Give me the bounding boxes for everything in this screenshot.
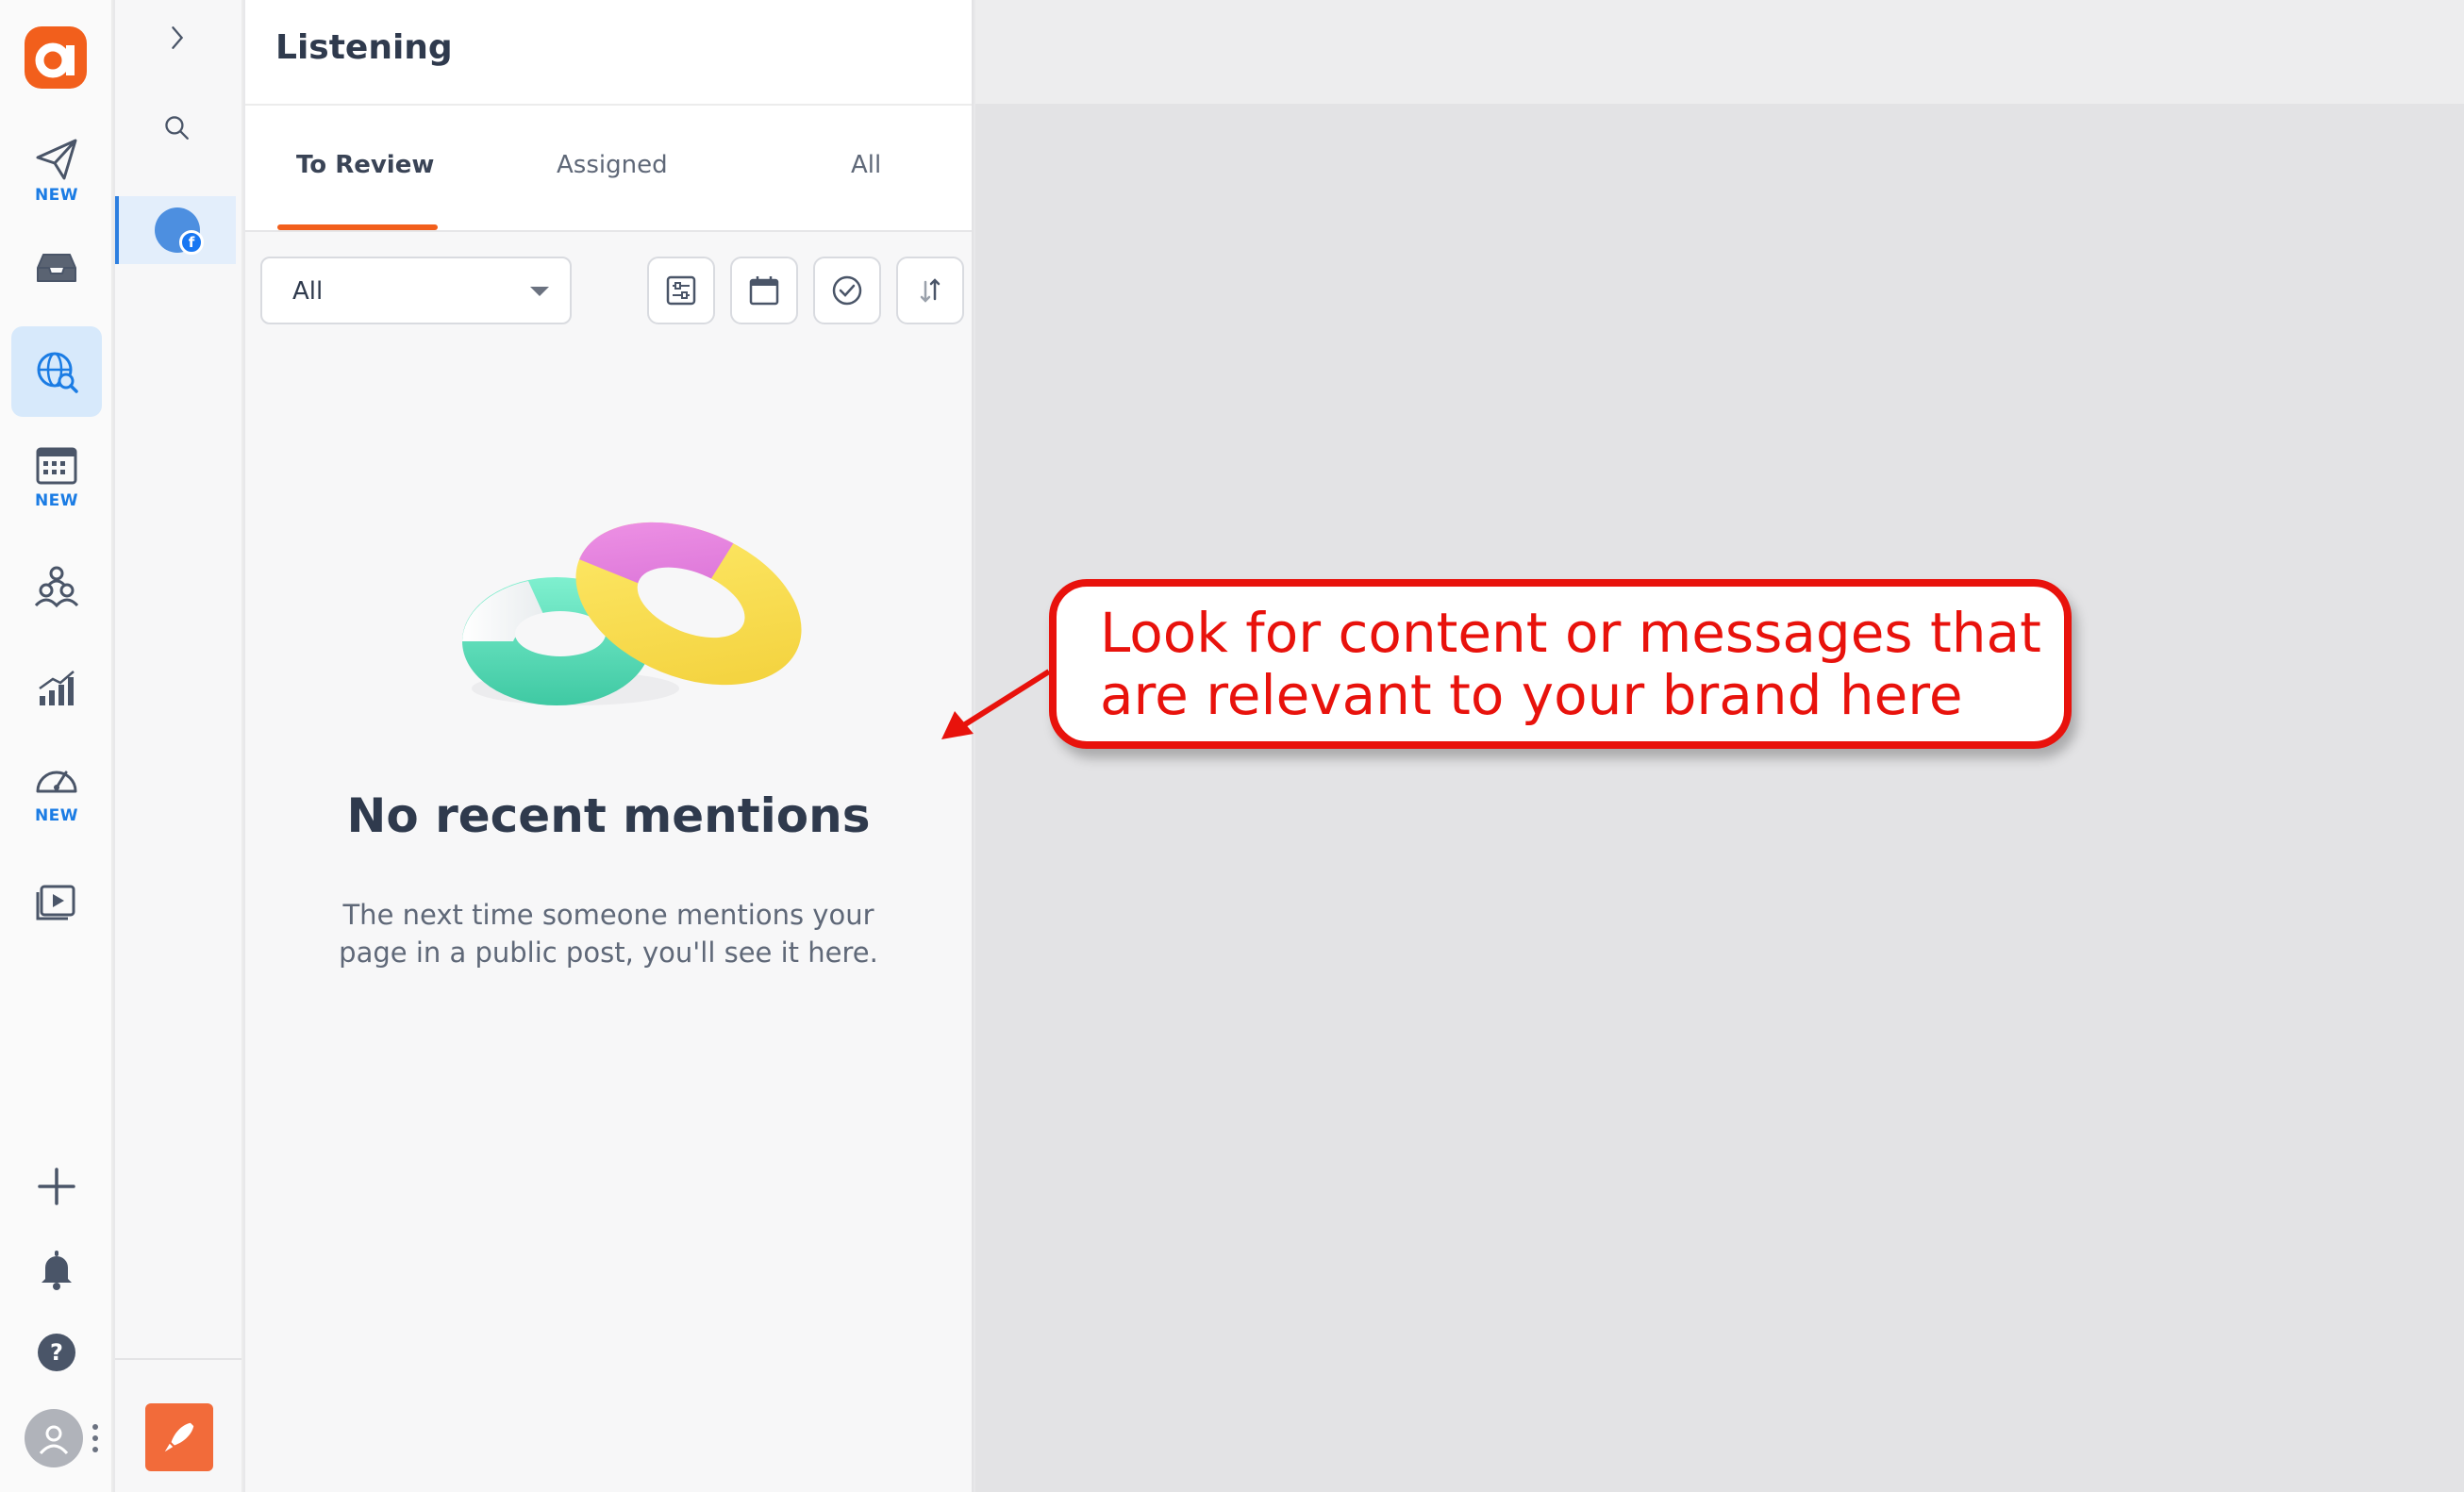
sliders-icon [666,275,696,306]
check-circle-icon [832,275,862,306]
rail-item-help[interactable]: ? [11,1307,102,1398]
user-avatar[interactable] [25,1409,83,1467]
calendar-icon [749,276,779,306]
help-icon: ? [38,1334,75,1371]
rail-item-listening[interactable] [11,326,102,417]
detail-area [975,104,2464,1492]
rocket-icon [164,1422,194,1452]
more-options-icon[interactable] [92,1424,99,1452]
rings-illustration-icon [462,522,802,705]
rail-item-analytics[interactable] [11,643,102,734]
rail-item-add[interactable] [11,1141,102,1232]
launch-button[interactable] [145,1403,213,1471]
facebook-icon: f [179,230,204,255]
listening-panel: Listening To Review Assigned All All No … [245,0,974,1492]
filters-button[interactable] [647,257,715,324]
tab-bar: To Review Assigned All [245,106,972,232]
detail-header-area [975,0,2464,104]
listening-globe-icon [37,352,78,393]
tab-to-review[interactable]: To Review [296,151,434,179]
empty-state-title: No recent mentions [346,788,871,843]
sort-icon [920,278,941,303]
filter-dropdown[interactable]: All [260,257,572,324]
inbox-icon [37,254,76,282]
tab-assigned[interactable]: Assigned [557,151,668,179]
divider [115,1358,241,1360]
annotation-text: Look for content or messages that are re… [1100,602,2043,726]
sort-button[interactable] [896,257,964,324]
annotation-line-1: Look for content or messages that [1100,601,2041,665]
rail-item-dashboard[interactable]: NEW [11,745,102,836]
profile-column: f [115,0,243,1492]
rail-item-notifications[interactable] [11,1224,102,1315]
chevron-right-icon [172,26,184,49]
search-button[interactable] [153,104,202,153]
empty-state-description: The next time someone mentions your page… [245,896,972,971]
media-library-icon [36,885,75,920]
dashboard-gauge-icon [36,771,77,793]
tab-all[interactable]: All [851,151,881,179]
team-icon [34,566,79,608]
calendar-icon [36,447,77,485]
new-badge: NEW [34,186,79,205]
new-badge: NEW [34,491,79,510]
add-icon [38,1168,75,1205]
expand-button[interactable] [153,13,202,62]
bell-icon [42,1251,72,1290]
mark-complete-button[interactable] [813,257,881,324]
user-icon [39,1425,69,1455]
rail-item-inbox[interactable] [11,223,102,313]
profile-item-facebook[interactable]: f [115,196,236,264]
search-icon [165,116,189,140]
annotation-callout: Look for content or messages that are re… [1049,579,2072,749]
app-logo[interactable] [25,26,87,89]
filter-value: All [292,277,324,306]
new-badge: NEW [34,806,79,825]
panel-header: Listening [245,0,972,106]
empty-state-line-2: page in a public post, you'll see it her… [339,937,878,969]
active-tab-indicator [277,224,438,230]
send-icon [36,139,77,180]
rail-item-publish[interactable]: NEW [11,124,102,215]
rail-item-media-library[interactable] [11,854,102,945]
annotation-line-2: are relevant to your brand here [1100,663,1963,727]
svg-text:?: ? [50,1339,63,1366]
analytics-icon [39,671,75,705]
chevron-down-icon [530,287,549,296]
rail-item-team[interactable] [11,539,102,630]
page-title: Listening [275,28,453,67]
app-rail: NEW NEW NEW ? [0,0,113,1492]
rail-item-calendar[interactable]: NEW [11,430,102,521]
empty-state-line-1: The next time someone mentions your [342,899,874,931]
date-range-button[interactable] [730,257,798,324]
annotation-arrow-icon [941,669,1051,739]
